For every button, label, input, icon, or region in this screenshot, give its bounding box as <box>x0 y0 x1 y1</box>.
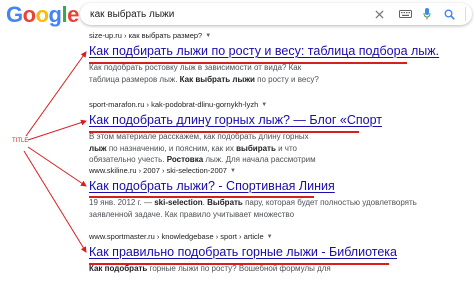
annotation-arrows <box>23 51 87 253</box>
title-annotation-label: TITLE <box>12 138 29 144</box>
